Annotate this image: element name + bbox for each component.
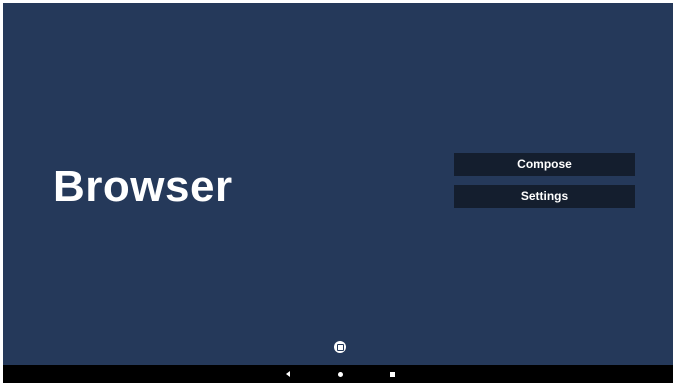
floating-action-button[interactable] — [334, 341, 346, 353]
navigation-bar — [3, 365, 673, 383]
recents-square-icon — [389, 371, 395, 377]
square-in-circle-icon — [336, 343, 344, 351]
app-title: Browser — [53, 162, 233, 211]
app-screen: Browser Compose Settings — [3, 3, 673, 383]
settings-button[interactable]: Settings — [454, 185, 635, 208]
home-dot-icon — [337, 371, 343, 377]
back-triangle-icon — [286, 371, 290, 377]
nav-recents-button[interactable] — [382, 365, 402, 383]
nav-back-button[interactable] — [278, 365, 298, 383]
compose-button[interactable]: Compose — [454, 153, 635, 176]
nav-home-button[interactable] — [330, 365, 350, 383]
